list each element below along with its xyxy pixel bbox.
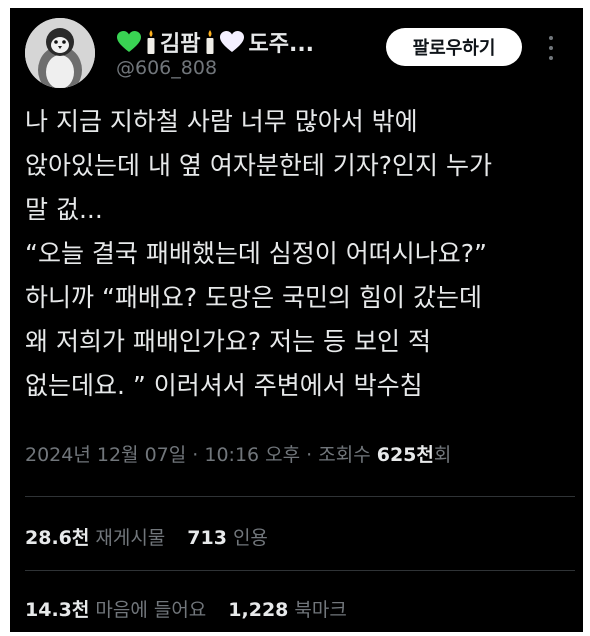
tweet-text: 나 지금 지하철 사람 너무 많아서 밖에 앉아있는데 내 옆 여자분한테 기자…	[25, 100, 575, 408]
tweet-text-line: 앉아있는데 내 옆 여자분한테 기자?인지 누가	[25, 151, 493, 180]
avatar[interactable]	[25, 18, 95, 88]
more-dot	[549, 46, 553, 50]
meta-separator: ·	[300, 444, 319, 466]
tweet-date[interactable]: 2024년 12월 07일	[25, 444, 186, 466]
divider	[25, 496, 575, 497]
more-dot	[549, 56, 553, 60]
divider	[25, 570, 575, 571]
more-dot	[549, 36, 553, 40]
tweet-time[interactable]: 10:16 오후	[204, 444, 300, 466]
bookmarks-label: 북마크	[294, 599, 347, 621]
quotes-label: 인용	[232, 527, 268, 549]
tweet-text-line: “오늘 결국 패배했는데 심정이 어떠시나요?”	[25, 239, 487, 268]
likes-label: 마음에 들어요	[95, 599, 207, 621]
reposts-stat[interactable]: 28.6천 재게시물	[25, 527, 165, 549]
tweet-text-line: 말 겂...	[25, 195, 103, 224]
author-handle[interactable]: @606_808	[116, 57, 217, 79]
tweet-meta: 2024년 12월 07일 · 10:16 오후 · 조회수 625천회	[25, 440, 451, 467]
quotes-stat[interactable]: 713 인용	[187, 527, 268, 549]
likes-stat[interactable]: 14.3천 마음에 들어요	[25, 599, 206, 621]
bookmarks-stat[interactable]: 1,228 북마크	[228, 599, 347, 621]
penguin-avatar-image	[25, 18, 95, 88]
views-suffix: 회	[433, 444, 452, 466]
reposts-count: 28.6천	[25, 527, 90, 549]
tweet-text-line: 없는데요. ” 이러셔서 주변에서 박수침	[25, 371, 423, 400]
likes-count: 14.3천	[25, 599, 90, 621]
views-label: 조회수	[318, 444, 377, 466]
engagement-row-top: 28.6천 재게시물 713 인용	[25, 523, 268, 550]
candle-icon	[147, 30, 155, 54]
views-count: 625천	[376, 444, 434, 466]
quotes-count: 713	[187, 527, 227, 549]
tweet-text-line: 하니까 “패배요? 도망은 국민의 힘이 갔는데	[25, 283, 482, 312]
reposts-label: 재게시물	[95, 527, 166, 549]
tweet-text-line: 나 지금 지하철 사람 너무 많아서 밖에	[25, 107, 418, 136]
tweet-card: 김팜 도주... @606_808 팔로우하기 나 지금 지하철 사람 너무 많…	[10, 8, 583, 632]
white-heart-icon	[220, 31, 245, 52]
candle-icon	[206, 30, 214, 54]
author-name-suffix: 도주...	[248, 32, 315, 57]
meta-separator: ·	[186, 444, 205, 466]
bookmarks-count: 1,228	[228, 599, 289, 621]
engagement-row-bottom: 14.3천 마음에 들어요 1,228 북마크	[25, 595, 347, 622]
author-display-name[interactable]: 김팜 도주...	[116, 26, 314, 58]
follow-button[interactable]: 팔로우하기	[386, 28, 522, 66]
green-heart-icon	[117, 31, 141, 52]
tweet-text-line: 왜 저희가 패배인가요? 저는 등 보인 적	[25, 327, 431, 356]
author-name-text: 김팜	[160, 32, 201, 57]
more-options-icon[interactable]	[542, 36, 560, 60]
